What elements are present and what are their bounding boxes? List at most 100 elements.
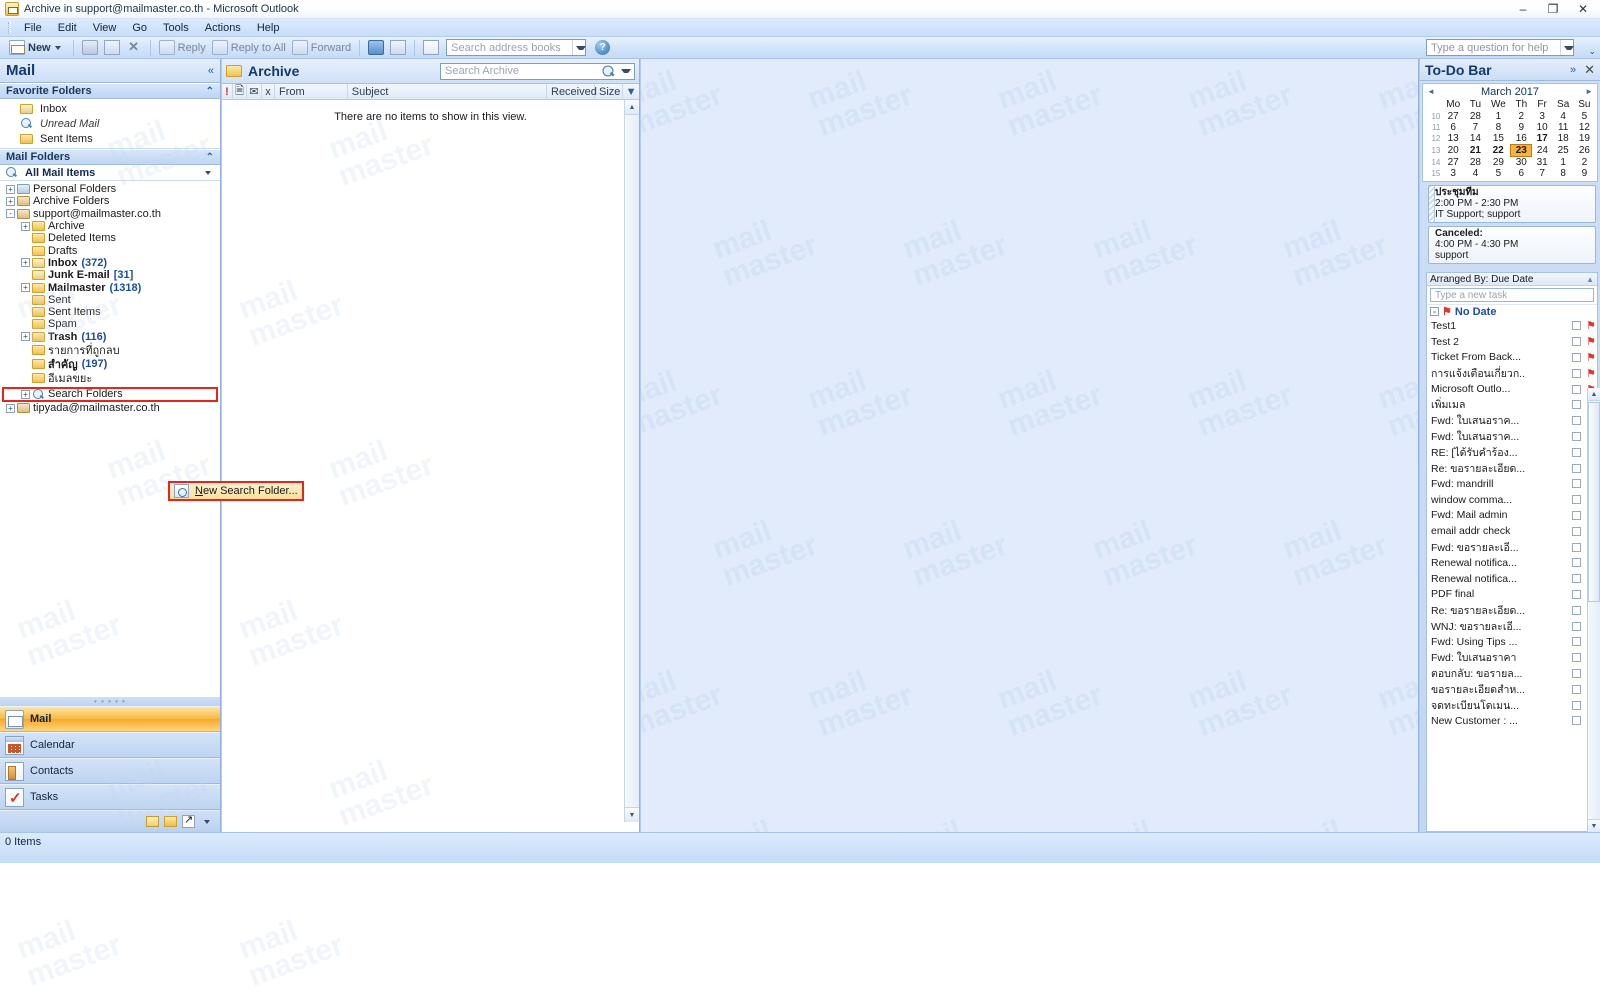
expand-icon[interactable]: + [6, 184, 15, 194]
sidebar-item-mail[interactable]: Mail [0, 706, 220, 732]
flag-icon[interactable]: ⚑ [1585, 367, 1597, 380]
context-menu-item-new-search-folder[interactable]: New Search Folder... [195, 485, 298, 497]
date-cell[interactable]: 12 [1574, 122, 1595, 133]
close-window-button[interactable]: ✕ [1568, 0, 1598, 18]
sort-direction-icon[interactable]: ▲ [1586, 275, 1594, 284]
reply-all-button[interactable]: Reply to All [209, 38, 289, 57]
junk-filter-button[interactable] [387, 38, 409, 57]
task-complete-checkbox[interactable] [1572, 463, 1581, 473]
chevron-down-icon[interactable] [621, 69, 631, 73]
menu-go[interactable]: Go [124, 21, 155, 35]
date-cell[interactable]: 2 [1574, 157, 1595, 169]
task-item[interactable]: Test1 ⚑ [1427, 318, 1597, 334]
address-book-search-input[interactable]: Search address books [446, 39, 587, 56]
date-cell[interactable]: 7 [1465, 122, 1486, 133]
folder-tree-item[interactable]: Deleted Items [0, 232, 220, 244]
task-complete-checkbox[interactable] [1572, 495, 1581, 505]
task-complete-checkbox[interactable] [1572, 321, 1581, 331]
expand-icon[interactable]: + [21, 221, 30, 231]
date-cell[interactable]: 19 [1574, 133, 1595, 145]
task-complete-checkbox[interactable] [1572, 384, 1581, 394]
task-complete-checkbox[interactable] [1572, 368, 1581, 378]
delete-button[interactable]: ✕ [123, 38, 145, 57]
column-size[interactable]: Size [595, 83, 623, 100]
date-cell[interactable]: 9 [1511, 122, 1532, 133]
close-to-do-bar-icon[interactable]: ✕ [1584, 62, 1595, 78]
column-importance[interactable]: ! [222, 83, 233, 100]
date-cell[interactable]: 13 [1441, 133, 1465, 145]
appointment-item[interactable]: ประชุมทีม 2:00 PM - 2:30 PM IT Support; su… [1428, 185, 1596, 223]
sidebar-item-tasks[interactable]: Tasks [0, 784, 220, 810]
task-complete-checkbox[interactable] [1572, 526, 1581, 536]
date-cell[interactable]: 7 [1532, 168, 1553, 179]
date-cell[interactable]: 16 [1511, 133, 1532, 145]
date-cell[interactable]: 4 [1465, 168, 1486, 179]
task-item[interactable]: New Customer : ...⚑ [1427, 713, 1597, 729]
task-item[interactable]: Fwd: ขอรายละเอี...⚑ [1427, 539, 1597, 555]
notes-icon[interactable] [146, 816, 159, 827]
date-cell[interactable]: 30 [1511, 157, 1532, 168]
favorite-item-sent-items[interactable]: Sent Items [0, 132, 220, 145]
task-arranged-by-header[interactable]: Arranged By: Due Date ▲ [1427, 273, 1597, 286]
folder-tree-item[interactable]: + Archive Folders [0, 195, 220, 207]
task-item[interactable]: Fwd: ใบเสนอราค...⚑ [1427, 429, 1597, 445]
date-cell[interactable]: 11 [1553, 122, 1574, 133]
date-cell[interactable]: 20 [1441, 145, 1465, 157]
chevron-up-icon[interactable]: ⌃ [206, 152, 214, 163]
favorite-folders-header[interactable]: Favorite Folders ⌃ [0, 83, 220, 99]
folder-tree-item[interactable]: Drafts [0, 244, 220, 257]
task-item[interactable]: RE: [ได้รับคำร้อง...⚑ [1427, 444, 1597, 460]
task-item[interactable]: เพิ่มเมล⚑ [1427, 397, 1597, 413]
column-icon[interactable]: 🗎 [233, 83, 247, 100]
folder-tree-item[interactable]: รายการที่ถูกลบ [0, 343, 220, 357]
task-complete-checkbox[interactable] [1572, 352, 1581, 362]
favorite-item-inbox[interactable]: Inbox [0, 102, 220, 115]
folder-tree-item-search-folders[interactable]: + Search Folders [0, 388, 220, 401]
next-month-icon[interactable]: ► [1585, 87, 1593, 96]
scrollbar-thumb[interactable] [1588, 402, 1600, 602]
task-complete-checkbox[interactable] [1572, 668, 1581, 678]
collapse-group-icon[interactable]: - [1430, 307, 1439, 316]
folder-tree-item[interactable]: Spam [0, 318, 220, 330]
date-cell[interactable]: 18 [1553, 133, 1574, 145]
folder-tree-item[interactable]: อีเมลขยะ [0, 371, 220, 385]
column-flag[interactable]: ✉ [247, 83, 262, 100]
task-item[interactable]: WNJ: ขอรายละเอี...⚑ [1427, 618, 1597, 634]
chevron-up-icon[interactable]: ⌃ [206, 86, 214, 97]
search-input[interactable]: Search Archive [440, 62, 635, 80]
task-item[interactable]: Ticket From Back... ⚑ [1427, 350, 1597, 366]
move-to-folder-button[interactable] [101, 38, 123, 57]
navpane-splitter[interactable]: • • • • • [0, 697, 220, 706]
task-item[interactable]: Fwd: ใบเสนอราคา⚑ [1427, 650, 1597, 666]
new-dropdown-icon[interactable] [54, 45, 61, 50]
column-subject[interactable]: Subject [348, 83, 547, 100]
date-cell[interactable]: 5 [1574, 111, 1595, 122]
date-cell[interactable]: 2 [1511, 111, 1532, 122]
task-complete-checkbox[interactable] [1572, 558, 1581, 568]
restore-button[interactable]: ❐ [1538, 0, 1568, 18]
task-item[interactable]: Test 2 ⚑ [1427, 334, 1597, 350]
minimize-button[interactable]: – [1508, 0, 1538, 18]
task-item[interactable]: window comma...⚑ [1427, 492, 1597, 508]
favorite-item-unread-mail[interactable]: Unread Mail [0, 117, 220, 130]
task-item[interactable]: Re: ขอรายละเอียด...⚑ [1427, 602, 1597, 618]
date-cell[interactable]: 24 [1532, 145, 1553, 157]
toolbar-overflow-button[interactable]: ⌄ [1588, 46, 1596, 57]
date-cell[interactable]: 10 [1532, 122, 1553, 133]
task-complete-checkbox[interactable] [1572, 510, 1581, 520]
date-navigator-grid[interactable]: Mo Tu We Th Fr Sa Su 10 27 28 1 2 3 4 5 11 6 7 8 9 10 11 12 12 1… [1425, 98, 1595, 179]
date-cell[interactable]: 5 [1486, 168, 1511, 179]
task-item[interactable]: Fwd: Mail admin⚑ [1427, 508, 1597, 524]
date-cell[interactable]: 25 [1553, 145, 1574, 157]
menu-tools[interactable]: Tools [155, 21, 197, 35]
menu-help[interactable]: Help [249, 21, 288, 35]
print-button[interactable] [79, 38, 101, 57]
task-complete-checkbox[interactable] [1572, 431, 1581, 441]
previous-month-icon[interactable]: ◄ [1427, 87, 1435, 96]
task-item[interactable]: Fwd: mandrill⚑ [1427, 476, 1597, 492]
sidebar-item-calendar[interactable]: Calendar [0, 732, 220, 758]
sidebar-item-contacts[interactable]: Contacts [0, 758, 220, 784]
filter-icon[interactable]: ▼ [623, 84, 639, 100]
search-icon[interactable] [601, 64, 615, 77]
folder-tree-item[interactable]: - support@mailmaster.co.th [0, 208, 220, 220]
